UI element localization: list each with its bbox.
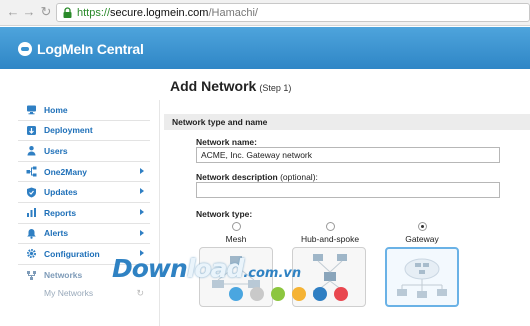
sidebar-item-label: Updates [44, 187, 78, 198]
sidebar-item-deployment[interactable]: Deployment [18, 121, 150, 142]
brand-name: LogMeIn Central [37, 41, 144, 57]
page-step: (Step 1) [259, 83, 292, 93]
sidebar-item-updates[interactable]: Updates [18, 182, 150, 203]
one2many-icon [26, 166, 37, 177]
type-option-mesh: Mesh [206, 222, 266, 244]
gateway-network-icon [397, 258, 447, 298]
watermark-part-1: Down [112, 254, 188, 283]
gateway-label: Gateway [405, 234, 439, 244]
logmein-logo-icon [18, 42, 32, 56]
network-name-input[interactable] [196, 147, 500, 163]
network-icon [26, 270, 37, 281]
sidebar-item-label: Users [44, 145, 68, 156]
sidebar-item-label: Home [44, 104, 68, 115]
watermark-dot [271, 287, 285, 301]
page-title-text: Add Network [170, 78, 257, 94]
section-header: Network type and name [164, 114, 530, 130]
url-scheme: https:// [77, 7, 111, 19]
sidebar-item-users[interactable]: Users [18, 141, 150, 162]
deploy-icon [26, 125, 37, 136]
sidebar-subitem-label: My Networks [44, 288, 94, 299]
address-bar[interactable]: https://secure.logmein.com/Hamachi/ [56, 3, 530, 22]
chevron-right-icon [140, 229, 144, 236]
reload-icon[interactable]: ↻ [39, 5, 53, 19]
app-header: LogMeIn Central [0, 27, 530, 69]
sidebar-item-label: Reports [44, 207, 77, 218]
sidebar-item-label: Deployment [44, 125, 93, 136]
watermark-dots [229, 287, 348, 301]
hub-and-spoke-radio[interactable] [325, 222, 335, 231]
back-icon[interactable]: ← [6, 5, 20, 19]
watermark-dot [313, 287, 327, 301]
watermark-dot [292, 287, 306, 301]
gear-icon [26, 248, 37, 259]
chevron-right-icon [140, 208, 144, 215]
sidebar-item-reports[interactable]: Reports [18, 203, 150, 224]
shield-icon [26, 187, 37, 198]
network-type-label: Network type: [196, 209, 253, 219]
sidebar-item-home[interactable]: Home [18, 100, 150, 121]
network-description-label-text: Network description [196, 172, 278, 182]
network-description-input[interactable] [196, 182, 500, 198]
type-option-hub-and-spoke: Hub-and-spoke [290, 222, 370, 244]
sidebar-item-label: Configuration [44, 248, 100, 259]
download-watermark: Download.com.vn [112, 254, 301, 283]
user-icon [26, 145, 37, 156]
type-option-gateway: Gateway [392, 222, 452, 244]
sidebar-item-label: Networks [44, 270, 83, 281]
watermark-part-2: load [186, 254, 245, 283]
chevron-right-icon [140, 167, 144, 174]
section-title: Network type and name [172, 117, 268, 127]
watermark-dot [250, 287, 264, 301]
browser-toolbar: ← → ↻ https://secure.logmein.com/Hamachi… [0, 0, 530, 26]
mesh-label: Mesh [225, 234, 247, 244]
optional-label: (optional): [280, 172, 318, 182]
lock-icon [63, 7, 72, 18]
refresh-icon[interactable]: ↻ [136, 288, 144, 299]
sidebar-item-label: One2Many [44, 166, 87, 177]
url-path: /Hamachi/ [208, 7, 258, 19]
monitor-icon [26, 104, 37, 115]
sidebar-item-alerts[interactable]: Alerts [18, 224, 150, 245]
mesh-radio[interactable] [231, 222, 241, 231]
gateway-radio[interactable] [417, 222, 427, 231]
network-description-label: Network description (optional): [196, 172, 318, 182]
url-host: secure.logmein.com [110, 7, 209, 19]
sidebar-item-label: Alerts [44, 228, 69, 239]
bar-chart-icon [26, 207, 37, 218]
forward-icon[interactable]: → [22, 5, 36, 19]
sidebar-divider [159, 100, 160, 326]
url-text: https://secure.logmein.com/Hamachi/ [77, 6, 258, 20]
brand-logo[interactable]: LogMeIn Central [18, 41, 144, 57]
bell-icon [26, 228, 37, 239]
gateway-diagram[interactable] [385, 247, 459, 307]
sidebar-item-one2many[interactable]: One2Many [18, 162, 150, 183]
watermark-dot [334, 287, 348, 301]
watermark-dot [229, 287, 243, 301]
page-title: Add Network (Step 1) [170, 78, 291, 94]
network-name-label: Network name: [196, 137, 257, 147]
chevron-right-icon [140, 188, 144, 195]
watermark-part-3: .com.vn [243, 266, 302, 281]
hub-and-spoke-label: Hub-and-spoke [300, 234, 360, 244]
sidebar-subitem-my-networks[interactable]: My Networks ↻ [18, 285, 150, 301]
